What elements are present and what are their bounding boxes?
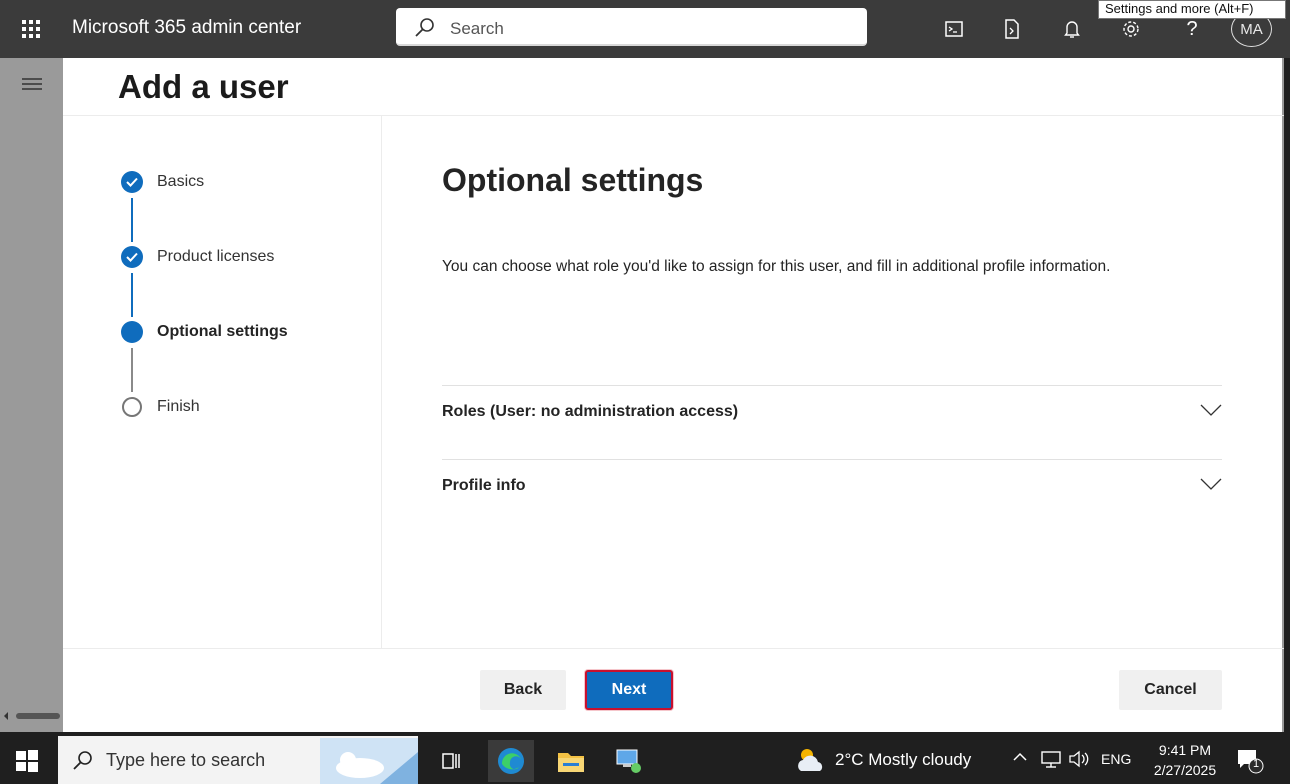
step-connector xyxy=(131,273,133,317)
clock-date: 2/27/2025 xyxy=(1153,762,1217,778)
accordion-label: Profile info xyxy=(442,477,526,494)
weather-text: 2°C Mostly cloudy xyxy=(835,750,972,769)
remote-desktop-icon[interactable] xyxy=(606,740,652,782)
step-connector xyxy=(131,198,133,242)
cancel-button[interactable]: Cancel xyxy=(1119,670,1222,710)
search-icon xyxy=(72,750,94,777)
weather-widget[interactable]: 2°C Mostly cloudy xyxy=(795,747,971,773)
bell-icon[interactable] xyxy=(1059,16,1085,42)
back-button[interactable]: Back xyxy=(480,670,566,710)
horizontal-scrollbar[interactable] xyxy=(2,708,62,726)
clock-time: 9:41 PM xyxy=(1158,742,1212,758)
terminal-icon[interactable] xyxy=(941,16,967,42)
notification-count: 1 xyxy=(1253,758,1260,770)
tooltip: Settings and more (Alt+F) xyxy=(1098,0,1286,19)
windows-start-icon[interactable] xyxy=(16,750,38,777)
step-label: Optional settings xyxy=(157,323,288,340)
roles-accordion[interactable]: Roles (User: no administration access) xyxy=(442,393,1222,433)
document-sync-icon[interactable] xyxy=(999,16,1025,42)
cloud-sun-icon xyxy=(798,749,823,771)
chevron-down-icon xyxy=(1200,403,1222,422)
profile-info-accordion[interactable]: Profile info xyxy=(442,467,1222,507)
help-icon[interactable]: ? xyxy=(1179,16,1205,42)
notification-icon[interactable]: 1 xyxy=(1236,748,1264,779)
accordion-label: Roles (User: no administration access) xyxy=(442,403,739,420)
volume-icon[interactable] xyxy=(1068,750,1090,772)
page-title: Add a user xyxy=(118,68,289,105)
windows-taskbar: Type here to search 2°C Mostly cloudy EN… xyxy=(0,736,1290,784)
edge-browser-icon[interactable] xyxy=(488,740,534,782)
chevron-up-icon[interactable] xyxy=(1012,750,1028,768)
pending-step-icon xyxy=(122,397,142,417)
add-user-panel: Add a user Basics Product licenses Optio… xyxy=(63,58,1284,732)
clock[interactable]: 9:41 PM 2/27/2025 xyxy=(1145,740,1225,780)
step-label: Basics xyxy=(157,173,205,190)
section-description: You can choose what role you'd like to a… xyxy=(442,258,1111,275)
language-indicator[interactable]: ENG xyxy=(1101,751,1131,767)
step-label: Product licenses xyxy=(157,248,275,265)
current-step-icon xyxy=(121,321,143,343)
network-icon[interactable] xyxy=(1040,750,1062,772)
next-button[interactable]: Next xyxy=(585,670,673,710)
checkmark-icon xyxy=(121,171,143,193)
app-launcher-icon[interactable] xyxy=(18,16,44,42)
gear-icon[interactable] xyxy=(1118,16,1144,42)
footer-divider xyxy=(63,648,1284,649)
checkmark-icon xyxy=(121,246,143,268)
search-input[interactable]: Search xyxy=(396,8,867,46)
task-view-icon[interactable] xyxy=(428,740,474,782)
search-icon xyxy=(414,17,436,44)
step-label: Finish xyxy=(157,398,200,415)
chevron-down-icon xyxy=(1200,477,1222,496)
app-title[interactable]: Microsoft 365 admin center xyxy=(72,17,301,39)
top-bar: Microsoft 365 admin center Search ? MA S… xyxy=(0,0,1290,58)
search-placeholder: Search xyxy=(450,19,504,38)
stepper-divider xyxy=(381,116,382,648)
accordion-divider xyxy=(442,459,1222,460)
accordion-divider xyxy=(442,385,1222,386)
step-connector xyxy=(131,348,133,392)
taskbar-search-placeholder: Type here to search xyxy=(106,750,266,770)
taskbar-search-input[interactable]: Type here to search xyxy=(58,736,418,784)
left-nav-rail xyxy=(0,58,63,732)
hamburger-menu-icon[interactable] xyxy=(22,76,42,97)
file-explorer-icon[interactable] xyxy=(548,740,594,782)
search-highlight-image xyxy=(320,738,418,784)
header-divider xyxy=(63,115,1284,116)
section-title: Optional settings xyxy=(442,162,704,198)
